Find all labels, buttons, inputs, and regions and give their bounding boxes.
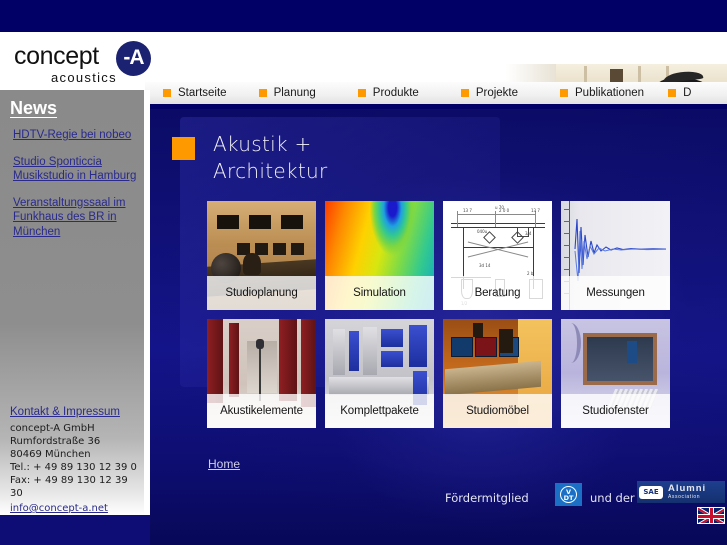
nav-label: Planung: [273, 87, 316, 99]
brand-logo-subtitle: acoustics: [51, 70, 117, 85]
page-root: concept -A acoustics Startseite Planung …: [0, 0, 727, 545]
tile-caption: Akustikelemente: [207, 394, 316, 428]
contact-fax: Fax: + 49 89 130 12 39 30: [10, 475, 128, 499]
nav-label: Publikationen: [575, 87, 645, 99]
contact-tel: Tel.: + 49 89 130 12 39 0: [10, 462, 137, 473]
nav-item-downloads[interactable]: D: [668, 82, 707, 104]
tile-caption: Beratung: [443, 276, 552, 310]
nav-item-produkte[interactable]: Produkte: [357, 82, 435, 104]
brand-logo[interactable]: concept -A acoustics: [8, 40, 158, 90]
sae-mark: SAE: [639, 485, 663, 499]
vdt-logo-line2: DT: [563, 493, 574, 502]
contact-city: 80469 München: [10, 449, 91, 460]
nav-bullet-icon: [460, 89, 469, 97]
news-list: HDTV-Regie bei nobeo Studio Sponticcia M…: [13, 128, 139, 251]
news-link[interactable]: Studio Sponticcia Musikstudio in Hamburg: [13, 155, 139, 184]
left-sidebar: News HDTV-Regie bei nobeo Studio Spontic…: [0, 90, 144, 515]
sae-subtitle: Association: [668, 493, 701, 500]
tile-komplettpakete[interactable]: Komplettpakete: [325, 319, 434, 428]
title-bullet-icon: [172, 137, 195, 160]
nav-bullet-icon: [258, 89, 267, 97]
und-der-label: und der: [590, 491, 635, 505]
nav-bullet-icon: [560, 89, 569, 97]
main-navigation: Startseite Planung Produkte Projekte Pub…: [145, 82, 727, 104]
tile-studiofenster[interactable]: Studiofenster: [561, 319, 670, 428]
foerdermitglied-label: Fördermitglied: [445, 491, 529, 505]
tile-caption: Studiomöbel: [443, 394, 552, 428]
kontakt-impressum-link[interactable]: Kontakt & Impressum: [10, 405, 130, 419]
tile-messungen[interactable]: Messungen: [561, 201, 670, 310]
news-link[interactable]: HDTV-Regie bei nobeo: [13, 128, 139, 143]
tile-akustikelemente[interactable]: Akustikelemente: [207, 319, 316, 428]
tile-studiomoebel[interactable]: Studiomöbel: [443, 319, 552, 428]
nav-label: Projekte: [475, 87, 519, 99]
uk-flag-icon[interactable]: [697, 507, 725, 524]
tile-caption: Studioplanung: [207, 276, 316, 310]
nav-label: Produkte: [372, 87, 419, 99]
nav-bullet-icon: [163, 89, 171, 97]
nav-label: D: [683, 87, 692, 99]
top-navy-strip: [0, 0, 727, 32]
nav-bullet-icon: [357, 89, 366, 97]
tile-caption: Komplettpakete: [325, 394, 434, 428]
page-title-text: Akustik + Architektur: [213, 132, 328, 183]
home-link[interactable]: Home: [208, 457, 240, 471]
footer-row: Fördermitglied V DT und der SAE Alumni A…: [150, 477, 727, 537]
nav-item-publikationen[interactable]: Publikationen: [560, 82, 660, 104]
tile-studioplanung[interactable]: Studioplanung: [207, 201, 316, 310]
category-tile-grid: Studioplanung Simulation 13 7 u 70 2 0 0: [207, 201, 670, 428]
news-link[interactable]: Veranstaltungssaal im Funkhaus des BR in…: [13, 196, 139, 240]
contact-email-link[interactable]: info@concept-a.net: [10, 502, 108, 515]
nav-item-projekte[interactable]: Projekte: [460, 82, 534, 104]
tile-caption: Messungen: [561, 276, 670, 310]
brand-logo-text: concept: [14, 42, 99, 70]
nav-label: Startseite: [178, 87, 227, 99]
vdt-logo[interactable]: V DT: [555, 483, 582, 506]
main-content: Akustik + Architektur Studioplanung Simu…: [150, 109, 727, 545]
contact-company: concept-A GmbH: [10, 423, 95, 434]
tile-caption: Simulation: [325, 276, 434, 310]
contact-street: Rumfordstraße 36: [10, 436, 101, 447]
sae-title: Alumni: [668, 483, 707, 495]
tile-caption: Studiofenster: [561, 394, 670, 428]
nav-item-planung[interactable]: Planung: [258, 82, 332, 104]
page-title: Akustik + Architektur: [172, 131, 327, 185]
brand-logo-mark-icon: -A: [116, 41, 151, 76]
sae-alumni-logo[interactable]: SAE Alumni Association: [637, 481, 725, 503]
nav-item-startseite[interactable]: Startseite: [163, 82, 243, 104]
nav-bullet-icon: [668, 89, 677, 97]
news-heading: News: [10, 98, 58, 118]
tile-beratung[interactable]: 13 7 u 70 2 0 0 13 7 040u 3/4 3d 14 2 b: [443, 201, 552, 310]
contact-details: concept-A GmbH Rumfordstraße 36 80469 Mü…: [10, 422, 142, 515]
tile-simulation[interactable]: Simulation: [325, 201, 434, 310]
